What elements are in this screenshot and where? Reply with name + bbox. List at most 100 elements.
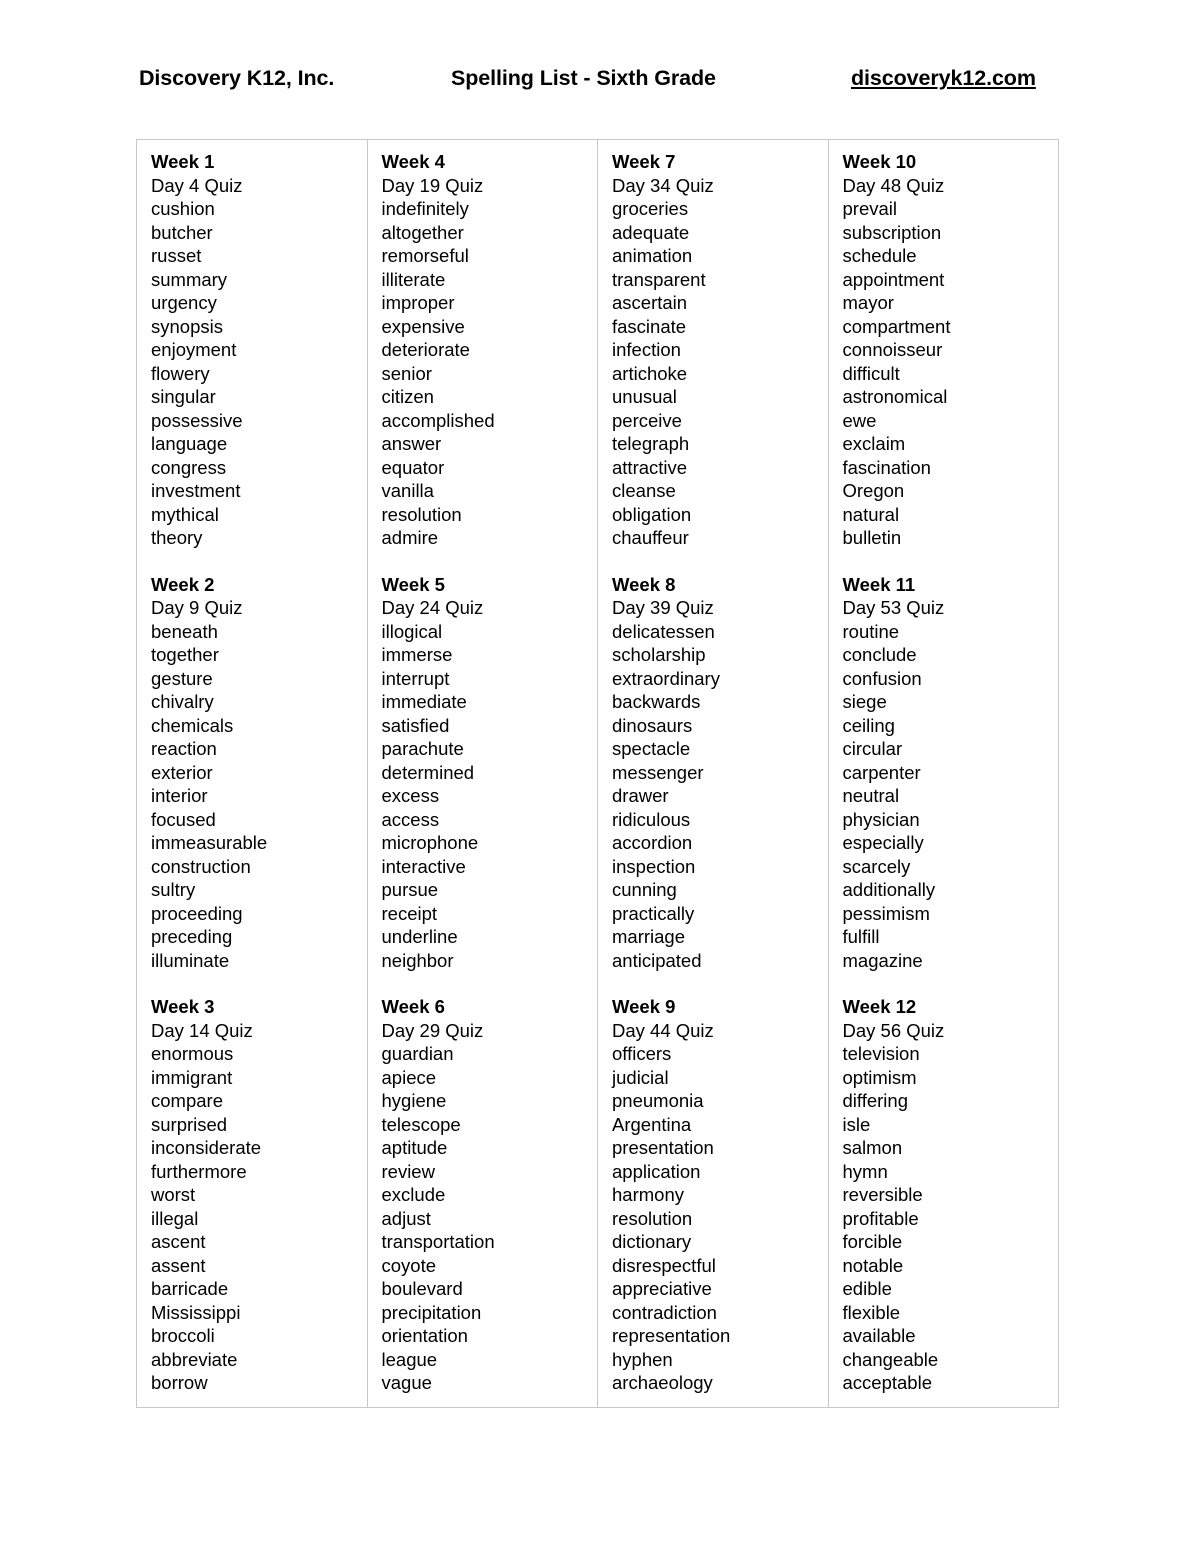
- week-block: Week 10 Day 48 Quiz prevail subscription sch…: [843, 150, 1059, 550]
- spelling-word: senior: [381, 362, 432, 384]
- spelling-word: spectacle: [612, 738, 691, 759]
- spelling-word: dictionary: [612, 1231, 692, 1252]
- spelling-word: underline: [381, 926, 458, 947]
- spelling-word: adequate: [612, 221, 690, 243]
- spelling-word: together: [151, 644, 219, 665]
- spelling-word: pneumonia: [612, 1090, 704, 1111]
- spelling-word-list: cushion butcher russet summary urgency synops…: [151, 197, 367, 550]
- spelling-word: flexible: [842, 1301, 901, 1323]
- quiz-day-label: Day 39 Quiz: [612, 597, 714, 618]
- spelling-list-table: Week 1 Day 4 Quiz cushion butcher russet summ…: [136, 139, 1059, 1408]
- week-block: Week 9 Day 44 Quiz officers judicial pneumon…: [612, 995, 828, 1395]
- spelling-word: confusion: [842, 667, 922, 689]
- spelling-word: salmon: [842, 1137, 903, 1158]
- spelling-word: butcher: [151, 221, 213, 243]
- spelling-word: accomplished: [381, 409, 495, 431]
- spelling-word: interrupt: [381, 667, 450, 689]
- spelling-word: satisfied: [381, 714, 450, 736]
- spelling-word: extraordinary: [612, 667, 720, 689]
- spelling-word: exclaim: [842, 433, 906, 454]
- spelling-word: mayor: [842, 292, 894, 313]
- spelling-word: inspection: [612, 855, 696, 877]
- week-heading: Week 12: [842, 996, 917, 1017]
- spelling-word: artichoke: [612, 362, 688, 384]
- spelling-word: available: [842, 1325, 916, 1346]
- spelling-word: vanilla: [381, 480, 434, 501]
- spelling-word: obligation: [612, 503, 692, 525]
- spelling-word: adjust: [381, 1207, 431, 1229]
- week-block: Week 4 Day 19 Quiz indefinitely altogether r…: [382, 150, 598, 550]
- quiz-day-label: Day 4 Quiz: [151, 174, 243, 196]
- spelling-word: cleanse: [612, 480, 676, 501]
- spelling-word: telegraph: [612, 433, 690, 454]
- spelling-word: resolution: [612, 1207, 693, 1229]
- spelling-word: transparent: [612, 268, 706, 290]
- week-heading: Week 6: [381, 996, 445, 1017]
- quiz-day-label: Day 44 Quiz: [612, 1019, 714, 1041]
- week-heading: Week 8: [612, 573, 676, 595]
- spelling-word: chauffeur: [612, 527, 689, 548]
- spelling-word: compartment: [842, 315, 951, 337]
- spelling-word: representation: [612, 1325, 731, 1346]
- spelling-word: coyote: [381, 1254, 437, 1276]
- spelling-word: remorseful: [381, 245, 469, 266]
- spelling-word: broccoli: [151, 1325, 215, 1346]
- spelling-word: cushion: [151, 198, 215, 219]
- spelling-word: reaction: [151, 738, 217, 759]
- spelling-word: indefinitely: [381, 198, 469, 219]
- spelling-word: physician: [842, 808, 920, 830]
- spelling-word: drawer: [612, 785, 669, 806]
- spelling-word: notable: [842, 1254, 904, 1276]
- spelling-word: ascertain: [612, 292, 688, 313]
- table-column-3: Week 7 Day 34 Quiz groceries adequate animat…: [597, 139, 829, 1408]
- spelling-word: language: [151, 433, 228, 454]
- spelling-word-list: groceries adequate animation transparent asc…: [612, 197, 828, 550]
- quiz-day-label: Day 53 Quiz: [842, 597, 945, 618]
- spelling-word: isle: [842, 1113, 871, 1135]
- spelling-word: admire: [381, 527, 439, 548]
- spelling-word: precipitation: [381, 1301, 482, 1323]
- spelling-word: worst: [151, 1184, 196, 1205]
- spelling-word-list: prevail subscription schedule appointment ma…: [843, 197, 1059, 550]
- spelling-word: citizen: [381, 386, 434, 407]
- spelling-word: singular: [151, 386, 216, 407]
- spelling-word: ridiculous: [612, 808, 691, 830]
- spelling-word-list: indefinitely altogether remorseful illitera…: [382, 197, 598, 550]
- spelling-word-list: illogical immerse interrupt immediate satisf…: [382, 620, 598, 973]
- spelling-word: inconsiderate: [151, 1137, 262, 1158]
- spelling-word: subscription: [842, 221, 942, 243]
- spelling-word: borrow: [151, 1372, 208, 1393]
- spelling-word: astronomical: [842, 386, 948, 407]
- website-link[interactable]: discoveryk12.com: [851, 66, 1036, 91]
- spelling-word: enjoyment: [151, 339, 237, 360]
- spelling-word: illegal: [151, 1207, 199, 1229]
- spelling-word: league: [381, 1348, 438, 1370]
- week-block: Week 3 Day 14 Quiz enormous immigrant compar…: [151, 995, 367, 1395]
- spelling-word: interactive: [381, 855, 466, 877]
- quiz-day-label: Day 48 Quiz: [842, 174, 945, 196]
- spelling-word: contradiction: [612, 1301, 717, 1323]
- spelling-word: reversible: [842, 1184, 923, 1205]
- spelling-word: forcible: [842, 1231, 903, 1252]
- spelling-word: judicial: [612, 1066, 669, 1088]
- spelling-word: prevail: [842, 198, 898, 219]
- spelling-word-list: routine conclude confusion siege ceiling circ…: [843, 620, 1059, 973]
- spelling-word: siege: [842, 691, 887, 712]
- week-heading: Week 2: [151, 573, 215, 595]
- spelling-word: fascinate: [612, 315, 687, 337]
- spelling-word: mythical: [151, 503, 219, 525]
- spelling-word: pursue: [381, 879, 439, 900]
- quiz-day-label: Day 14 Quiz: [151, 1019, 253, 1041]
- spelling-word: archaeology: [612, 1372, 713, 1393]
- spelling-word: infection: [612, 339, 681, 360]
- spelling-word: bulletin: [842, 527, 902, 548]
- spelling-word: hymn: [842, 1160, 888, 1182]
- spelling-word: appointment: [842, 268, 945, 290]
- spelling-word: transportation: [381, 1231, 495, 1252]
- week-heading: Week 3: [151, 996, 215, 1017]
- spelling-word-list: enormous immigrant compare surprised inconsi…: [151, 1042, 367, 1395]
- spelling-word: equator: [381, 456, 445, 478]
- week-heading: Week 4: [381, 151, 445, 172]
- spelling-word: anticipated: [612, 949, 702, 971]
- spelling-word: scarcely: [842, 855, 911, 877]
